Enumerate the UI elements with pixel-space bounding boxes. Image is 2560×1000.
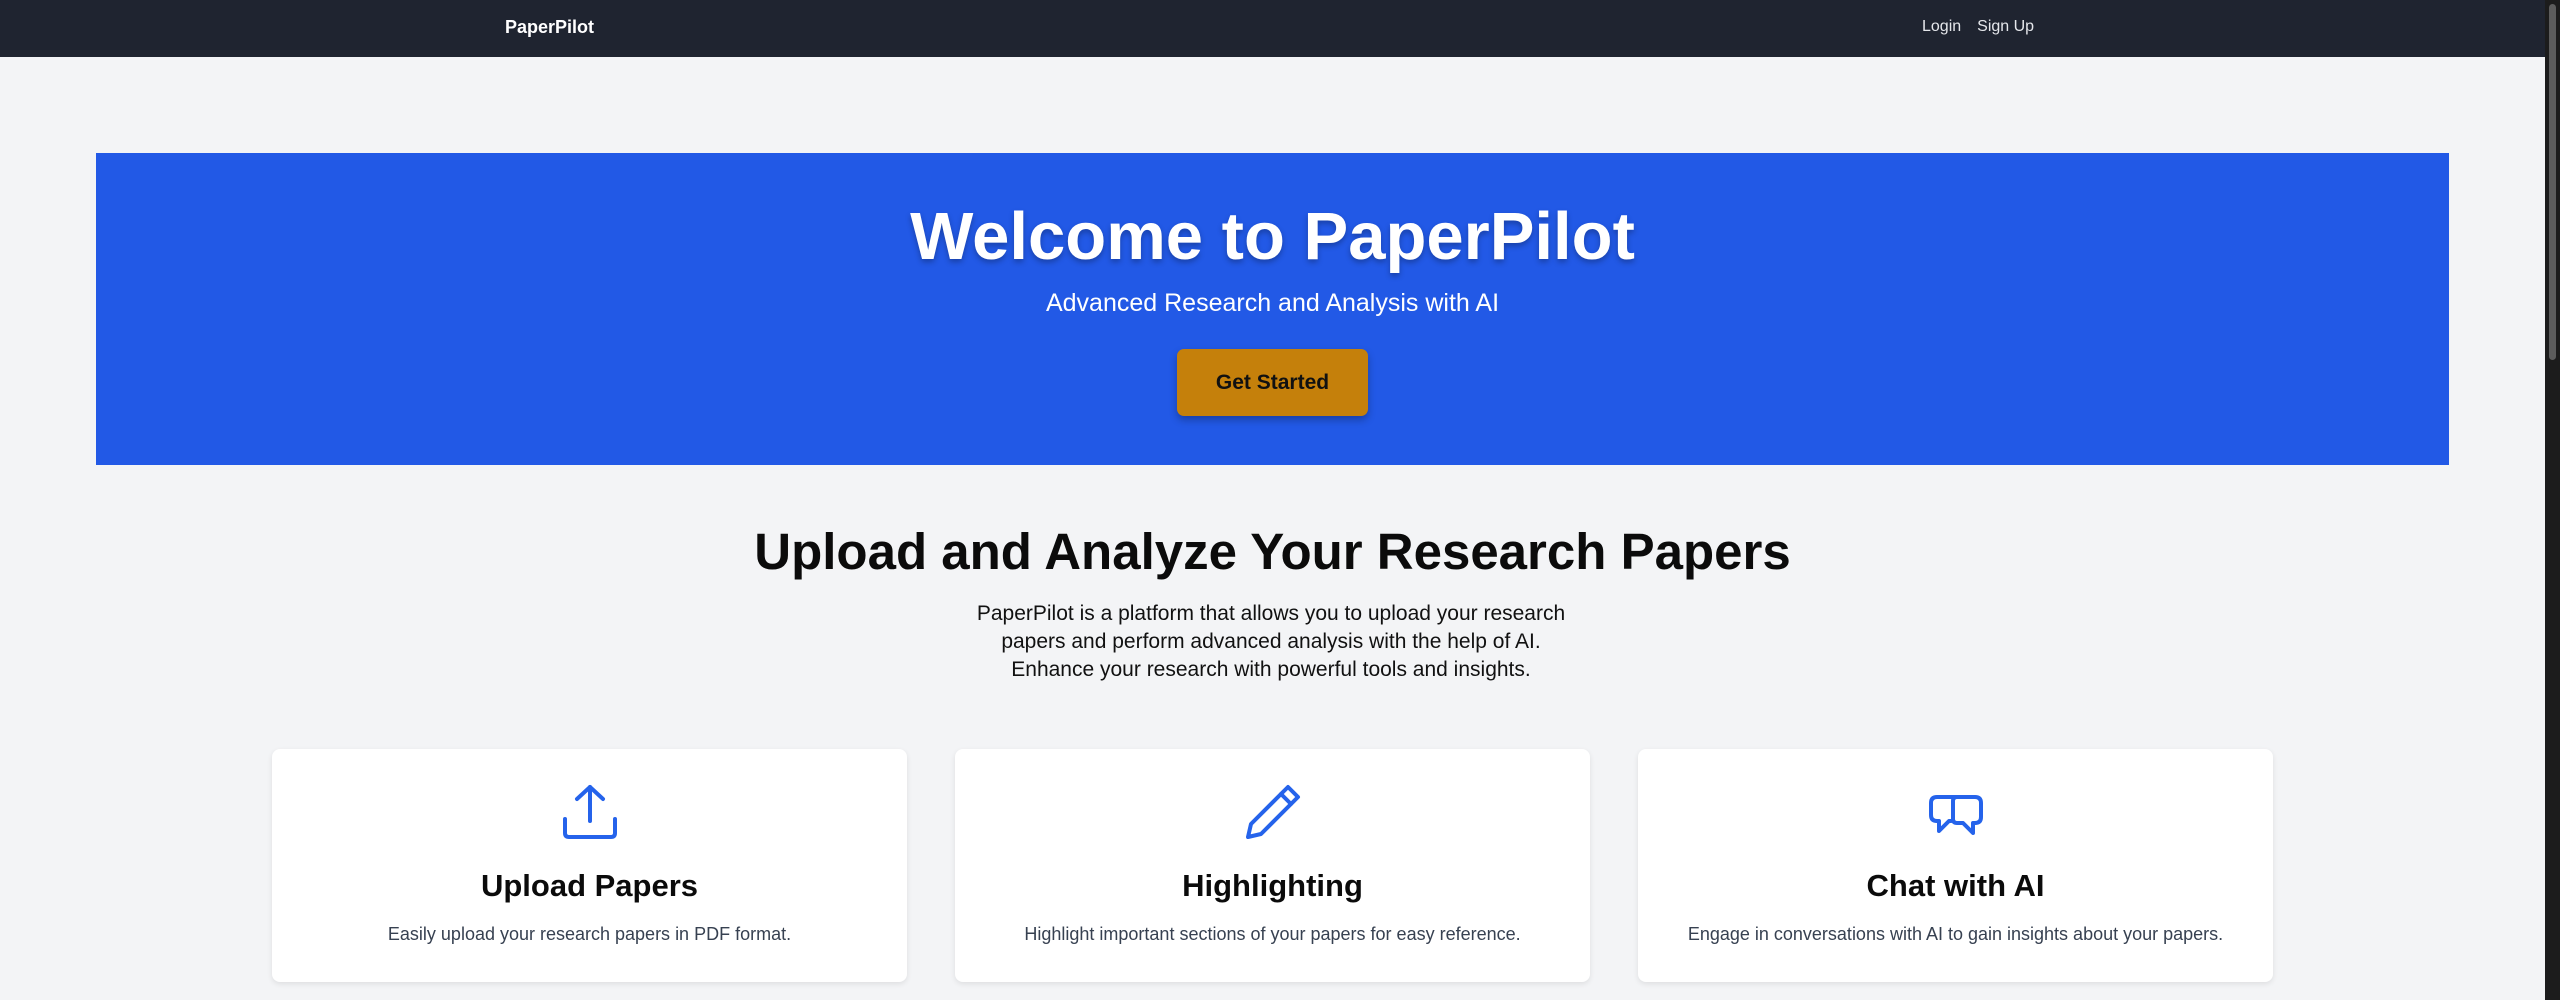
feature-description: Highlight important sections of your pap… (1024, 924, 1521, 944)
login-link[interactable]: Login (1922, 15, 1961, 39)
feature-description: Engage in conversations with AI to gain … (1687, 924, 2224, 944)
feature-description: Easily upload your research papers in PD… (387, 924, 792, 944)
scrollbar-thumb[interactable] (2549, 4, 2556, 360)
hero-title: Welcome to PaperPilot (910, 199, 1635, 274)
feature-card-upload: Upload Papers Easily upload your researc… (272, 749, 907, 982)
section-description: PaperPilot is a platform that allows you… (956, 600, 1586, 684)
feature-title: Chat with AI (1866, 868, 2045, 903)
feature-card-chat: Chat with AI Engage in conversations wit… (1638, 749, 2273, 982)
description-line: PaperPilot is a platform that allows you… (976, 602, 1566, 625)
hero-subtitle: Advanced Research and Analysis with AI (1045, 289, 1500, 317)
get-started-button[interactable]: Get Started (1177, 349, 1368, 416)
description-line: papers and perform advanced analysis wit… (1001, 630, 1541, 653)
nav-links: Login Sign Up (1922, 15, 2034, 39)
hero-banner: Welcome to PaperPilot Advanced Research … (96, 153, 2449, 465)
top-navbar: PaperPilot Login Sign Up (0, 0, 2545, 57)
upload-icon (561, 783, 619, 841)
feature-title: Highlighting (1182, 868, 1363, 903)
brand-logo-text[interactable]: PaperPilot (505, 14, 594, 40)
signup-link[interactable]: Sign Up (1977, 15, 2034, 39)
feature-title: Upload Papers (480, 868, 699, 903)
page-scrollbar[interactable] (2545, 0, 2560, 1000)
feature-card-highlighting: Highlighting Highlight important section… (955, 749, 1590, 982)
chat-bubbles-icon (1927, 783, 1985, 841)
pencil-icon (1244, 783, 1302, 841)
section-title: Upload and Analyze Your Research Papers (754, 523, 1791, 580)
description-line: Enhance your research with powerful tool… (1011, 658, 1531, 681)
